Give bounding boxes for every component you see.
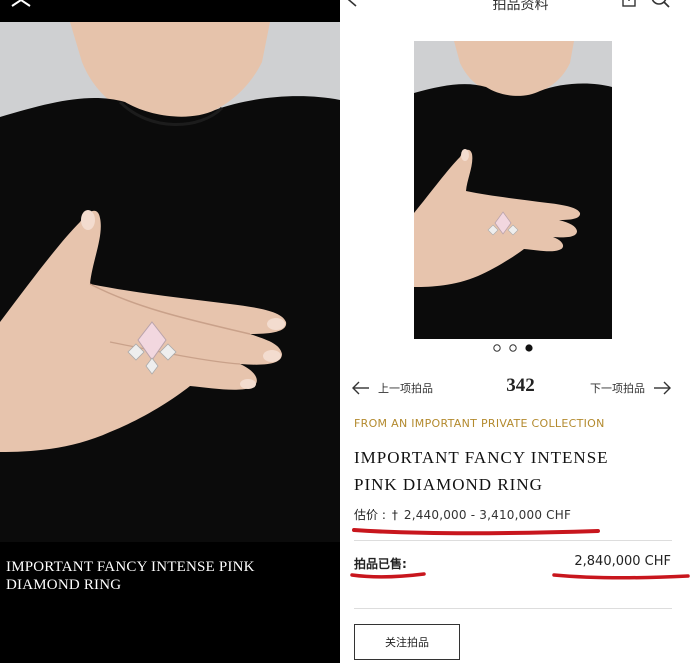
left-image-viewer: IMPORTANT FANCY INTENSE PINK DIAMOND RIN…: [0, 0, 340, 663]
next-lot-button[interactable]: 下一项拍品: [590, 377, 671, 399]
lot-title-line2: PINK DIAMOND RING: [354, 475, 543, 494]
dagger-symbol: †: [391, 507, 398, 522]
hero-ring-photo[interactable]: [0, 22, 340, 542]
red-underline-annotation: [352, 528, 600, 536]
divider-line: [354, 540, 672, 541]
red-underline-annotation: [350, 572, 426, 579]
carousel-dot-active: [525, 344, 533, 352]
red-underline-annotation: [552, 573, 690, 580]
share-icon[interactable]: [620, 0, 638, 12]
sold-price: 2,840,000 CHF: [574, 554, 671, 569]
lot-title: IMPORTANT FANCY INTENSE PINK DIAMOND RIN…: [354, 444, 654, 498]
search-icon[interactable]: [650, 0, 672, 12]
next-lot-label: 下一项拍品: [590, 382, 645, 395]
divider-line: [354, 608, 672, 609]
arrow-right-icon: [654, 381, 671, 395]
close-icon[interactable]: [8, 0, 36, 14]
lot-detail-page: 拍品资料 上一项拍品 342 下一项拍品 FROM AN IMPORTANT P…: [342, 0, 699, 663]
estimate-value: 2,440,000 - 3,410,000 CHF: [403, 507, 572, 522]
follow-lot-button[interactable]: 关注拍品: [354, 624, 460, 660]
lot-navigation: 上一项拍品 342 下一项拍品: [342, 373, 699, 403]
carousel-dot: [493, 344, 501, 352]
estimate-label: 估价 :: [354, 508, 386, 522]
carousel-dot: [509, 344, 517, 352]
left-caption: IMPORTANT FANCY INTENSE PINK DIAMOND RIN…: [6, 559, 255, 593]
carousel-dots[interactable]: [492, 343, 542, 353]
estimate-row: 估价 : † 2,440,000 - 3,410,000 CHF: [354, 506, 571, 523]
lot-title-line1: IMPORTANT FANCY INTENSE: [354, 448, 609, 467]
lot-image[interactable]: [414, 41, 612, 339]
provenance: FROM AN IMPORTANT PRIVATE COLLECTION: [354, 417, 605, 430]
page-title: 拍品资料: [492, 0, 549, 13]
